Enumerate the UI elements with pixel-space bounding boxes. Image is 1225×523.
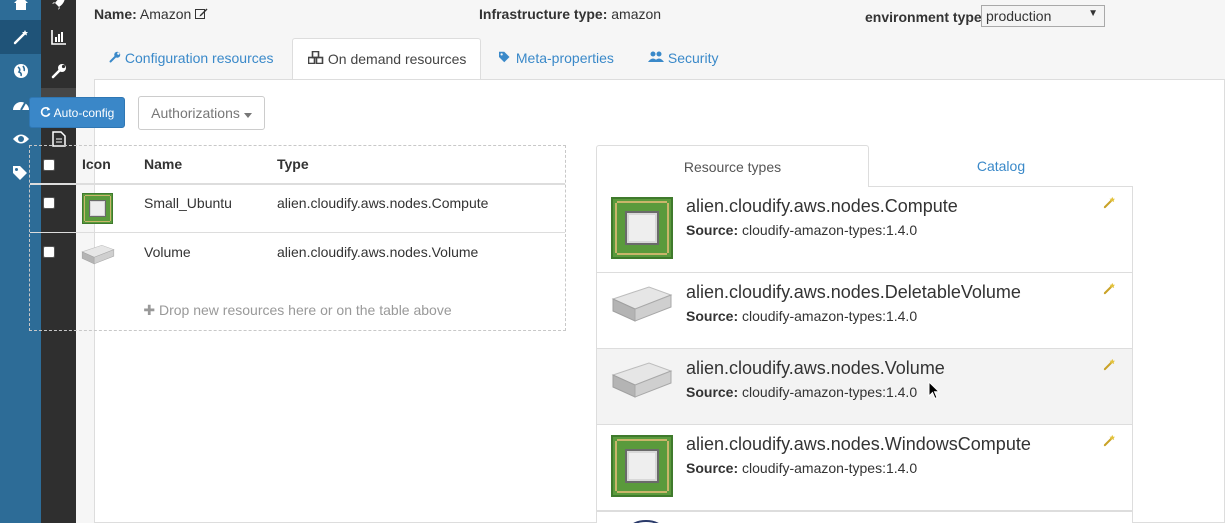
caret-down-icon (243, 105, 252, 121)
source-label: Source: (686, 460, 739, 476)
source-value: cloudify-amazon-types:1.4.0 (742, 308, 918, 324)
name-field: Name: Amazon (94, 6, 208, 22)
environment-type-select[interactable]: production ▼ (981, 5, 1105, 27)
mouse-cursor-icon (928, 380, 941, 405)
drop-hint-text: Drop new resources here or on the table … (159, 302, 452, 318)
resource-type: alien.cloudify.aws.nodes.Volume (277, 244, 479, 260)
env-select-value: production (986, 8, 1052, 24)
resource-type: alien.cloudify.aws.nodes.Compute (277, 195, 489, 211)
source-value: cloudify-amazon-types:1.4.0 (742, 460, 918, 476)
resource-type-name: alien.cloudify.aws.nodes.DeletableVolume (686, 282, 1021, 302)
source-value: cloudify-amazon-types:1.4.0 (742, 384, 918, 400)
row-divider (30, 232, 565, 233)
resource-name: Volume (144, 244, 191, 260)
compute-chip-icon (611, 197, 673, 259)
tab-configuration-resources[interactable]: Configuration resources (94, 38, 289, 79)
users-icon (648, 50, 664, 66)
globe-icon[interactable] (0, 54, 41, 88)
infra-label: Infrastructure type: (479, 6, 608, 22)
drop-zone-hint: ✚ Drop new resources here or on the tabl… (30, 302, 565, 319)
name-label: Name: (94, 6, 137, 22)
refresh-icon (40, 106, 51, 120)
column-header-icon: Icon (82, 156, 111, 172)
tab-label: Configuration resources (124, 50, 274, 66)
resource-type-source: Source: cloudify-amazon-types:1.4.0 (686, 308, 917, 324)
tab-label: On demand resources (327, 51, 467, 67)
compute-chip-icon (611, 435, 673, 497)
resource-name: Small_Ubuntu (144, 195, 232, 211)
home-icon[interactable] (0, 0, 41, 20)
resource-types-list: alien.cloudify.aws.nodes.Compute Source:… (596, 187, 1133, 523)
resource-type-source: Source: cloudify-amazon-types:1.4.0 (686, 222, 917, 238)
tab-resource-types[interactable]: Resource types (596, 145, 869, 187)
resource-type-source: Source: cloudify-amazon-types:1.4.0 (686, 460, 917, 476)
list-item[interactable]: alien.cloudify.aws.nodes.DeletableVolume… (597, 273, 1132, 349)
row-checkbox[interactable] (43, 197, 55, 209)
tab-label: Security (667, 50, 719, 66)
bar-chart-icon[interactable] (41, 20, 76, 54)
resource-type-name: alien.cloudify.aws.nodes.Compute (686, 196, 958, 216)
magic-wand-icon[interactable] (1103, 358, 1116, 376)
source-value: cloudify-amazon-types:1.4.0 (742, 222, 918, 238)
wrench-icon (109, 50, 121, 66)
compute-chip-icon (82, 193, 113, 224)
authorizations-label: Authorizations (151, 105, 240, 121)
header-divider (30, 183, 565, 185)
authorizations-dropdown-button[interactable]: Authorizations (138, 96, 265, 130)
resource-type-name: alien.cloudify.aws.nodes.Volume (686, 358, 945, 378)
row-checkbox[interactable] (43, 246, 55, 258)
column-header-name: Name (144, 156, 183, 172)
infra-value: amazon (611, 6, 662, 22)
resource-source-tabs: Resource types Catalog (596, 145, 1133, 187)
list-item[interactable]: alien.cloudify.aws.nodes.Volume Source: … (597, 349, 1132, 425)
volume-disk-icon (609, 357, 675, 401)
wrench-icon[interactable] (41, 54, 76, 88)
list-item[interactable] (597, 511, 1132, 523)
list-item[interactable]: alien.cloudify.aws.nodes.Compute Source:… (597, 187, 1132, 273)
list-item[interactable]: alien.cloudify.aws.nodes.WindowsCompute … (597, 425, 1132, 511)
magic-wand-icon[interactable] (1103, 196, 1116, 214)
auto-config-button[interactable]: Auto-config (29, 97, 125, 128)
rocket-icon[interactable] (41, 0, 76, 20)
select-all-checkbox[interactable] (43, 159, 55, 171)
tab-meta-properties[interactable]: Meta-properties (483, 38, 629, 79)
source-label: Source: (686, 384, 739, 400)
resource-type-source: Source: cloudify-amazon-types:1.4.0 (686, 384, 917, 400)
magic-wand-icon[interactable] (0, 20, 41, 54)
magic-wand-icon[interactable] (1103, 434, 1116, 452)
source-label: Source: (686, 222, 739, 238)
magic-wand-icon[interactable] (1103, 282, 1116, 300)
tags-icon (498, 50, 512, 66)
dropdown-arrow-icon: ▼ (1088, 8, 1098, 19)
cubes-icon (307, 50, 324, 67)
tab-label: Meta-properties (515, 50, 614, 66)
tab-security[interactable]: Security (633, 38, 733, 79)
volume-disk-icon (80, 242, 116, 266)
name-value: Amazon (139, 6, 192, 22)
tab-catalog[interactable]: Catalog (869, 145, 1133, 187)
resource-type-name: alien.cloudify.aws.nodes.WindowsCompute (686, 434, 1031, 454)
column-header-type: Type (277, 156, 309, 172)
edit-icon[interactable] (195, 6, 208, 22)
infrastructure-type: Infrastructure type: amazon (479, 6, 661, 22)
env-type-label: environment type: (865, 9, 986, 25)
resources-table[interactable]: Icon Name Type Small_Ubuntu alien.cloudi… (29, 145, 566, 331)
env-label-text: environment type: (865, 9, 987, 25)
volume-disk-icon (609, 281, 675, 325)
auto-config-label: Auto-config (53, 105, 115, 120)
source-label: Source: (686, 308, 739, 324)
plus-icon: ✚ (143, 302, 156, 318)
tab-on-demand-resources[interactable]: On demand resources (292, 38, 481, 79)
